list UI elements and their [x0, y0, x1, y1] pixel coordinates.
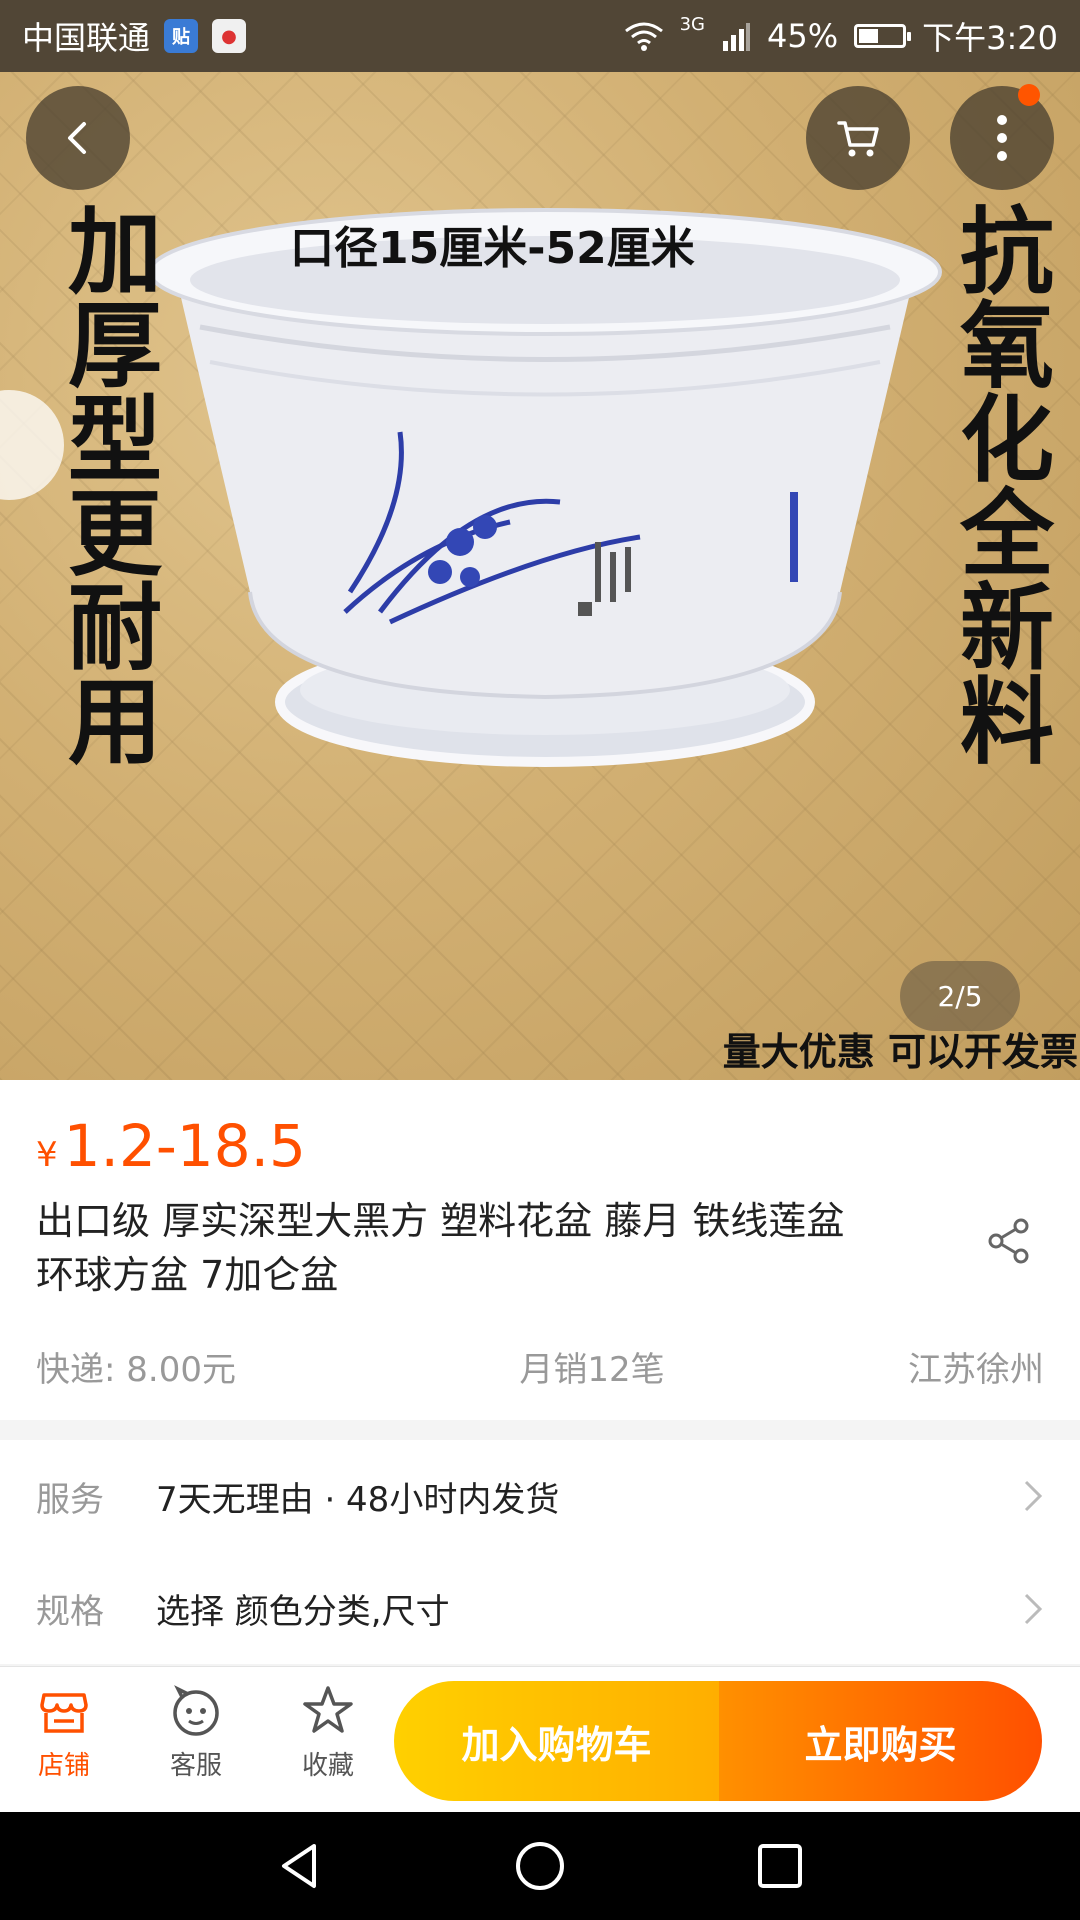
clock: 下午3:20: [922, 19, 1058, 57]
product-meta: 快递: 8.00元 月销12笔 江苏徐州: [36, 1342, 1044, 1391]
customer-service-button[interactable]: 客服: [141, 1683, 251, 1782]
store-button[interactable]: 店铺: [9, 1683, 119, 1782]
chevron-right-icon: [1024, 1593, 1043, 1625]
option-rows: 服务 7天无理由 · 48小时内发货 规格 选择 颜色分类,尺寸: [0, 1440, 1080, 1664]
tieba-app-icon: 贴: [164, 19, 199, 53]
image-counter: 2/5: [900, 961, 1020, 1031]
signal-icon: [723, 23, 750, 51]
more-vertical-icon: [997, 115, 1007, 161]
app-root: 中国联通 贴 ● 3G 45% 下午3:20 口径15厘米-52厘米 加厚型更耐…: [0, 0, 1080, 1920]
service-label: 服务: [36, 1479, 104, 1520]
status-bar-right: 3G 45% 下午3:20: [624, 13, 1058, 59]
shipping-fee: 快递: 8.00元: [36, 1350, 236, 1390]
bottom-action-bar: 店铺 客服 收藏 加入购物车 立即购买: [0, 1666, 1080, 1812]
nav-home-icon[interactable]: [510, 1836, 570, 1896]
product-info-panel: ¥ 1.2-18.5 出口级 厚实深型大黑方 塑料花盆 藤月 铁线莲盆环球方盆 …: [0, 1080, 1080, 1420]
store-icon: [40, 1693, 88, 1733]
add-to-cart-button[interactable]: 加入购物车: [394, 1681, 719, 1801]
image-text-diameter: 口径15厘米-52厘米: [290, 223, 695, 274]
network-type: 3G: [679, 13, 705, 35]
price: ¥ 1.2-18.5: [36, 1112, 306, 1180]
ship-from-location: 江苏徐州: [907, 1350, 1044, 1390]
nav-back-icon[interactable]: [270, 1836, 330, 1896]
favorite-button[interactable]: 收藏: [273, 1683, 383, 1782]
carrier-name: 中国联通: [22, 19, 151, 57]
wifi-icon: [624, 22, 663, 51]
cart-icon: [837, 121, 879, 157]
spec-value: 选择 颜色分类,尺寸: [156, 1592, 450, 1632]
favorite-label: 收藏: [301, 1751, 354, 1781]
service-value: 7天无理由 · 48小时内发货: [156, 1479, 560, 1520]
star-icon: [303, 1686, 353, 1733]
image-text-bottom: 量大优惠 可以开发票: [722, 1030, 1078, 1074]
store-label: 店铺: [37, 1751, 90, 1781]
maps-app-icon: ●: [212, 19, 247, 53]
monthly-sales: 月销12笔: [519, 1350, 665, 1390]
notification-dot: [1018, 84, 1040, 106]
more-menu-button[interactable]: [950, 86, 1054, 190]
share-button[interactable]: [984, 1216, 1034, 1266]
chevron-right-icon: [1024, 1480, 1043, 1512]
customer-service-label: 客服: [169, 1751, 222, 1781]
chevron-left-icon: [68, 122, 86, 154]
share-icon: [988, 1218, 1029, 1264]
product-title: 出口级 厚实深型大黑方 塑料花盆 藤月 铁线莲盆环球方盆 7加仑盆: [36, 1199, 845, 1297]
buy-now-button[interactable]: 立即购买: [719, 1681, 1042, 1801]
image-text-right: 抗氧化全新料: [944, 202, 1053, 766]
purchase-buttons: 加入购物车 立即购买: [394, 1681, 1042, 1801]
currency-symbol: ¥: [36, 1135, 58, 1175]
status-bar-left: 中国联通 贴 ●: [22, 13, 247, 59]
cart-button[interactable]: [806, 86, 910, 190]
battery-icon: [854, 24, 912, 48]
battery-fill: [859, 29, 879, 43]
spec-label: 规格: [36, 1592, 104, 1632]
nav-recents-icon[interactable]: [750, 1836, 810, 1896]
image-text-left: 加厚型更耐用: [52, 202, 161, 766]
chat-face-icon: [173, 1685, 219, 1736]
product-image-carousel[interactable]: 口径15厘米-52厘米 加厚型更耐用 抗氧化全新料 量大优惠 可以开发票 2/5: [0, 72, 1080, 1080]
status-bar: 中国联通 贴 ● 3G 45% 下午3:20: [0, 0, 1080, 72]
battery-percent: 45%: [767, 17, 839, 55]
system-nav-bar: [0, 1812, 1080, 1920]
price-value: 1.2-18.5: [63, 1112, 306, 1180]
back-button[interactable]: [26, 86, 130, 190]
service-row[interactable]: 服务 7天无理由 · 48小时内发货: [0, 1440, 1080, 1552]
spec-row[interactable]: 规格 选择 颜色分类,尺寸: [0, 1552, 1080, 1664]
